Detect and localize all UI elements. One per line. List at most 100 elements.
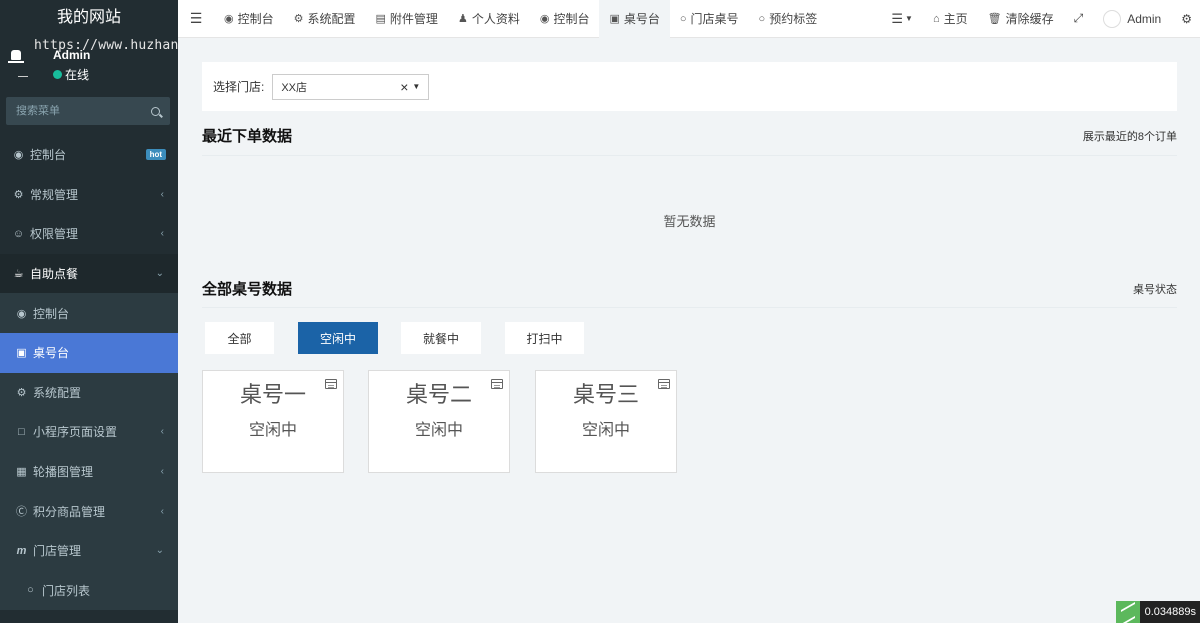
table-card[interactable]: 桌号三 空闲中 <box>535 370 677 473</box>
sidebar-item-label: 积分商品管理 <box>33 504 106 519</box>
filter-idle-button[interactable]: 空闲中 <box>298 322 378 354</box>
fullscreen-icon: ⤢ <box>1073 11 1084 25</box>
sidebar-item-label: 权限管理 <box>30 227 79 242</box>
chevron-left-icon: ‹ <box>160 505 164 517</box>
sidebar-toggle-button[interactable]: ☰ <box>178 0 214 38</box>
hot-badge: hot <box>145 149 166 161</box>
cogs-icon: ⚙ <box>13 188 24 201</box>
table-name: 桌号二 <box>405 382 472 407</box>
table-card[interactable]: 桌号二 空闲中 <box>368 370 510 473</box>
search-input[interactable] <box>16 105 151 117</box>
sidebar-item-auth[interactable]: ☺ 权限管理 ‹ <box>0 214 178 254</box>
sidebar: 我的网站 Admin 在线 ◉ 控制台 hot ⚙ 常规管理 ‹ ☺ 权限管理 … <box>0 0 178 623</box>
sidebar-item-label: 自助点餐 <box>30 267 79 282</box>
thinkphp-logo-icon <box>1115 601 1140 623</box>
clear-icon[interactable]: × <box>400 79 408 95</box>
file-image-icon: ▤ <box>375 13 386 25</box>
sidebar-item-miniprogram[interactable]: □ 小程序页面设置 ‹ <box>0 412 178 452</box>
sidebar-item-order-dashboard[interactable]: ◉ 控制台 <box>0 293 178 333</box>
sidebar-item-points-goods[interactable]: Ⓒ 积分商品管理 ‹ <box>0 491 178 531</box>
home-label: 主页 <box>943 12 968 26</box>
sidebar-item-store-list[interactable]: ○ 门店列表 <box>0 570 178 611</box>
trash-icon: 🗑 <box>987 13 1002 25</box>
desktop-icon: ▣ <box>609 13 620 25</box>
tab-store-tables[interactable]: ○ 门店桌号 <box>670 0 749 38</box>
settings-button[interactable]: ⚙ <box>1171 0 1200 38</box>
table-name: 桌号一 <box>239 382 306 407</box>
coffee-icon: ☕ <box>13 268 24 281</box>
tab-label: 门店桌号 <box>690 12 739 26</box>
brand-logo[interactable]: 我的网站 <box>0 0 178 38</box>
store-filter-label: 选择门店: <box>213 80 265 94</box>
sidebar-item-label: 控制台 <box>30 148 67 163</box>
tab-dashboard[interactable]: ◉ 控制台 <box>214 0 284 38</box>
page-trace-badge[interactable]: 0.034889s <box>1115 601 1200 623</box>
recent-orders-title: 最近下单数据 <box>202 128 293 145</box>
user-avatar-icon <box>8 48 28 77</box>
sidebar-item-label: 常规管理 <box>30 187 79 202</box>
table-status: 空闲中 <box>414 422 463 440</box>
tab-profile[interactable]: ♟ 个人资料 <box>448 0 530 38</box>
skype-icon: Ⓒ <box>16 506 27 519</box>
avatar <box>1103 9 1122 28</box>
table-status: 空闲中 <box>248 422 297 440</box>
chevron-left-icon: ‹ <box>160 228 164 240</box>
tab-label: 系统配置 <box>307 12 356 26</box>
circle-icon: ○ <box>27 584 34 597</box>
desktop-icon: ▣ <box>16 347 27 360</box>
m-icon: m <box>16 544 27 557</box>
tab-attachments[interactable]: ▤ 附件管理 <box>366 0 448 38</box>
page-time: 0.034889s <box>1144 606 1196 618</box>
sidebar-item-label: 轮播图管理 <box>33 465 94 480</box>
gears-icon: ⚙ <box>1181 11 1192 26</box>
all-tables-title: 全部桌号数据 <box>202 281 293 298</box>
chevron-left-icon: ‹ <box>160 188 164 200</box>
sidebar-item-general[interactable]: ⚙ 常规管理 ‹ <box>0 175 178 215</box>
tab-system-config[interactable]: ⚙ 系统配置 <box>284 0 366 38</box>
list-alt-icon[interactable] <box>325 379 337 389</box>
sidebar-item-dashboard[interactable]: ◉ 控制台 hot <box>0 135 178 175</box>
sidebar-item-label: 桌号台 <box>33 346 70 361</box>
filter-all-button[interactable]: 全部 <box>205 322 274 354</box>
table-status: 空闲中 <box>581 422 630 440</box>
filter-dining-button[interactable]: 就餐中 <box>401 322 481 354</box>
group-icon: ☺ <box>12 227 25 240</box>
list-alt-icon[interactable] <box>658 379 670 389</box>
store-select[interactable]: XX店 × ▼ <box>272 73 430 100</box>
divider <box>202 155 1177 156</box>
sidebar-item-store-manage[interactable]: m 门店管理 ⌄ <box>0 530 178 571</box>
tab-label: 预约标签 <box>769 12 818 26</box>
sidebar-item-carousel[interactable]: ▦ 轮播图管理 ‹ <box>0 451 178 492</box>
hamburger-icon: ☰ <box>189 10 203 26</box>
circle-icon: ○ <box>679 12 687 25</box>
sidebar-item-table-desk[interactable]: ▣ 桌号台 <box>0 332 178 373</box>
sidebar-menu: ◉ 控制台 hot ⚙ 常规管理 ‹ ☺ 权限管理 ‹ ☕ 自助点餐 ⌄ ◉ 控… <box>0 135 178 611</box>
sidebar-item-self-order[interactable]: ☕ 自助点餐 ⌄ <box>0 253 178 294</box>
fullscreen-button[interactable]: ⤢ <box>1064 0 1094 38</box>
tab-label: 控制台 <box>553 12 590 26</box>
filter-cleaning-button[interactable]: 打扫中 <box>505 322 584 354</box>
list-alt-icon[interactable] <box>491 379 503 389</box>
empty-state: 暂无数据 <box>663 214 716 229</box>
admin-menu[interactable]: Admin <box>1093 0 1171 38</box>
tab-dashboard-2[interactable]: ◉ 控制台 <box>530 0 600 38</box>
tab-booking-tags[interactable]: ○ 预约标签 <box>749 0 828 38</box>
sidebar-item-system-config[interactable]: ⚙ 系统配置 <box>0 372 178 413</box>
store-select-value: XX店 <box>281 81 308 94</box>
gear-icon: ⚙ <box>293 13 304 25</box>
caret-down-icon: ▼ <box>905 14 913 23</box>
caret-down-icon[interactable]: ▼ <box>412 82 420 91</box>
dashboard-icon: ◉ <box>16 307 27 320</box>
cogs-icon: ⚙ <box>16 386 27 399</box>
home-link[interactable]: ⌂ 主页 <box>923 0 978 38</box>
chevron-down-icon: ⌄ <box>155 545 164 557</box>
tab-table-desk[interactable]: ▣ 桌号台 <box>599 0 670 38</box>
clear-cache-button[interactable]: 🗑 清除缓存 <box>978 0 1064 38</box>
search-icon[interactable] <box>151 106 160 116</box>
topbar-right: ☰ ▼ ⌂ 主页 🗑 清除缓存 ⤢ Admin ⚙ <box>881 0 1200 38</box>
top-navbar: ☰ ◉ 控制台 ⚙ 系统配置 ▤ 附件管理 ♟ 个人资料 ◉ 控制台 ▣ 桌号台 ○ 门店桌号… <box>178 0 1200 38</box>
clear-cache-label: 清除缓存 <box>1005 12 1054 26</box>
tabs-dropdown-button[interactable]: ☰ ▼ <box>881 0 923 38</box>
table-status-hint: 桌号状态 <box>1133 284 1177 296</box>
table-card[interactable]: 桌号一 空闲中 <box>202 370 344 473</box>
